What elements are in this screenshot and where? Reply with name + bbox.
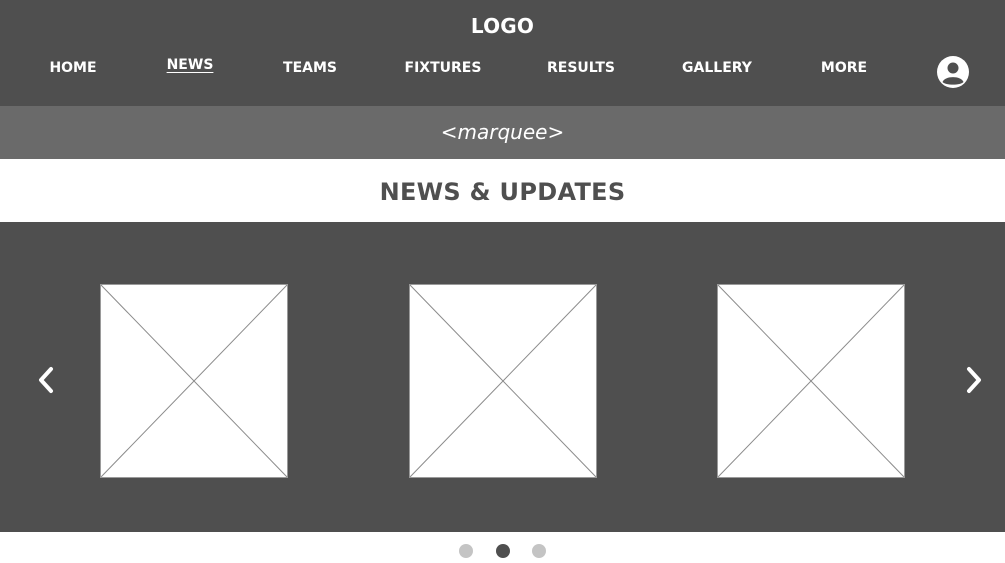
nav-item-teams[interactable]: TEAMS bbox=[283, 58, 337, 78]
nav-item-fixtures[interactable]: FIXTURES bbox=[405, 58, 482, 78]
image-placeholder-icon bbox=[410, 285, 596, 477]
nav-item-home[interactable]: HOME bbox=[49, 58, 96, 78]
main-nav: HOME NEWS TEAMS FIXTURES RESULTS GALLERY… bbox=[0, 55, 1005, 82]
news-carousel bbox=[0, 222, 1005, 532]
logo[interactable]: LOGO bbox=[0, 14, 1005, 38]
carousel-pagination bbox=[0, 544, 1005, 558]
carousel-slide-3[interactable] bbox=[717, 284, 905, 478]
nav-item-gallery[interactable]: GALLERY bbox=[682, 58, 752, 78]
image-placeholder-icon bbox=[718, 285, 904, 477]
carousel-slide-1[interactable] bbox=[100, 284, 288, 478]
marquee-strip: <marquee> bbox=[0, 106, 1005, 159]
section-title: NEWS & UPDATES bbox=[379, 178, 626, 206]
nav-item-more[interactable]: MORE bbox=[821, 58, 867, 78]
nav-item-results[interactable]: RESULTS bbox=[547, 58, 615, 78]
nav-item-news[interactable]: NEWS bbox=[167, 55, 214, 75]
chevron-left-icon[interactable] bbox=[34, 364, 58, 396]
carousel-dot-1[interactable] bbox=[459, 544, 473, 558]
site-header: LOGO HOME NEWS TEAMS FIXTURES RESULTS GA… bbox=[0, 0, 1005, 106]
user-avatar-icon[interactable] bbox=[937, 56, 969, 88]
carousel-dot-3[interactable] bbox=[532, 544, 546, 558]
carousel-dot-2[interactable] bbox=[496, 544, 510, 558]
chevron-right-icon[interactable] bbox=[962, 364, 986, 396]
carousel-slide-2[interactable] bbox=[409, 284, 597, 478]
page: LOGO HOME NEWS TEAMS FIXTURES RESULTS GA… bbox=[0, 0, 1005, 563]
image-placeholder-icon bbox=[101, 285, 287, 477]
